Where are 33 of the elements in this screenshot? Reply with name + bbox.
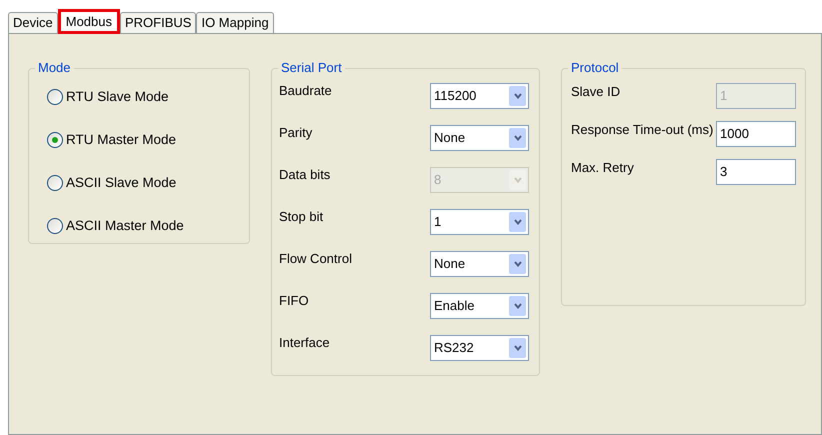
- field-label: Parity: [279, 125, 314, 141]
- input-field[interactable]: 3: [716, 159, 796, 185]
- chevron-down-icon: [514, 261, 522, 267]
- field-label: Slave ID: [571, 83, 622, 101]
- dropdown[interactable]: RS232: [430, 335, 529, 361]
- dropdown[interactable]: None: [430, 251, 529, 277]
- field-label: Interface: [279, 335, 331, 351]
- chevron-down-icon: [514, 177, 522, 183]
- dropdown[interactable]: Enable: [430, 293, 529, 319]
- tab[interactable]: IO Mapping: [196, 12, 274, 33]
- tab[interactable]: Modbus: [58, 9, 120, 34]
- radio-button[interactable]: ASCII Master Mode: [47, 215, 249, 237]
- tab[interactable]: PROFIBUS: [120, 12, 196, 33]
- dropdown[interactable]: 115200: [430, 83, 529, 109]
- field-label: Max. Retry: [571, 159, 635, 177]
- dropdown[interactable]: None: [430, 125, 529, 151]
- radio-button[interactable]: ASCII Slave Mode: [47, 172, 249, 194]
- field-label: Response Time-out (ms): [571, 121, 714, 139]
- chevron-down-icon: [514, 345, 522, 351]
- chevron-down-icon: [514, 219, 522, 225]
- chevron-down-icon: [514, 135, 522, 141]
- radio-button[interactable]: RTU Master Mode: [47, 129, 249, 151]
- field-label: FIFO: [279, 293, 310, 309]
- field-label: Stop bit: [279, 209, 324, 225]
- radio-button[interactable]: RTU Slave Mode: [47, 86, 249, 108]
- input-field[interactable]: 1000: [716, 121, 796, 147]
- chevron-down-icon: [514, 303, 522, 309]
- dropdown[interactable]: 1: [430, 209, 529, 235]
- field-label: Data bits: [279, 167, 332, 183]
- field-label: Flow Control: [279, 251, 353, 267]
- field-label: Baudrate: [279, 83, 333, 99]
- chevron-down-icon: [514, 93, 522, 99]
- tab[interactable]: Device: [8, 12, 58, 33]
